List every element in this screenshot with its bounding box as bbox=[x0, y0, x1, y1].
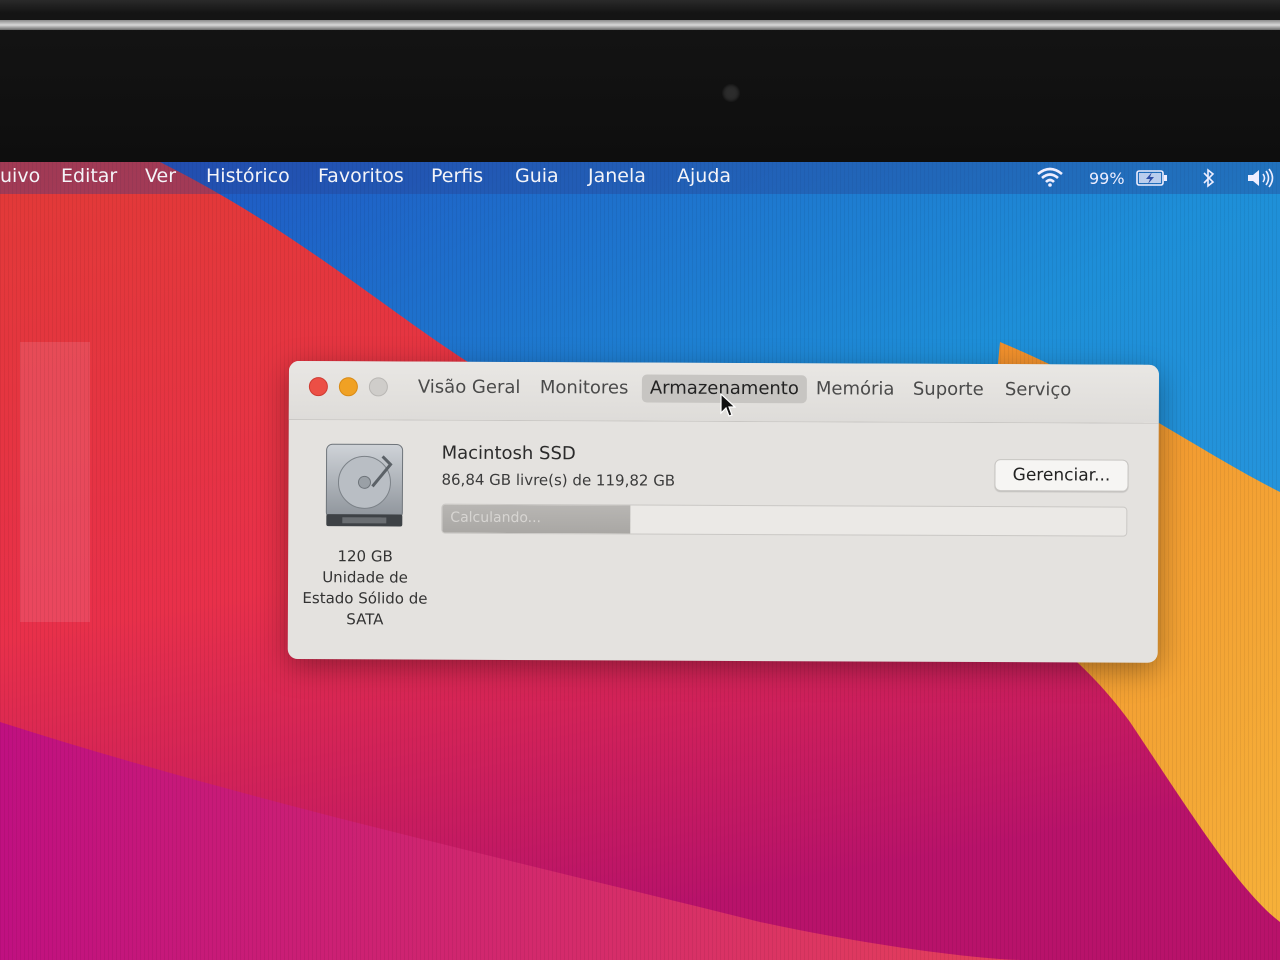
disk-type-line-2: Estado Sólido de bbox=[302, 589, 428, 608]
mouse-pointer-icon bbox=[720, 392, 737, 419]
disk-description: 120 GB Unidade de Estado Sólido de SATA bbox=[294, 546, 436, 631]
volume-name: Macintosh SSD bbox=[441, 442, 576, 465]
battery-percent: 99% bbox=[1089, 169, 1125, 188]
menu-edit[interactable]: Editar bbox=[61, 165, 117, 187]
tab-service[interactable]: Serviço bbox=[997, 376, 1080, 404]
tab-support[interactable]: Suporte bbox=[905, 376, 992, 404]
monitor-bezel bbox=[0, 0, 1280, 162]
tab-displays[interactable]: Monitores bbox=[532, 374, 637, 402]
photo-of-screen: uivo Editar Ver Histórico Favoritos Perf… bbox=[0, 0, 1280, 960]
menu-tab[interactable]: Guia bbox=[515, 165, 559, 187]
menu-file[interactable]: uivo bbox=[0, 165, 40, 187]
battery-charging-icon[interactable] bbox=[1136, 169, 1168, 192]
menu-bar: uivo Editar Ver Histórico Favoritos Perf… bbox=[0, 162, 1280, 194]
disk-type-line-3: SATA bbox=[346, 610, 384, 629]
volume-free-space: 86,84 GB livre(s) de 119,82 GB bbox=[441, 470, 676, 490]
manage-button[interactable]: Gerenciar... bbox=[994, 459, 1129, 492]
zoom-button[interactable] bbox=[368, 377, 388, 397]
wifi-icon[interactable] bbox=[1036, 166, 1064, 193]
camera-icon bbox=[722, 84, 740, 102]
storage-calculating-label: Calculando... bbox=[450, 509, 542, 527]
disk-capacity: 120 GB bbox=[337, 547, 393, 566]
volume-icon[interactable] bbox=[1246, 168, 1276, 193]
hard-drive-icon bbox=[322, 442, 408, 532]
bluetooth-icon[interactable] bbox=[1201, 167, 1217, 194]
menu-view[interactable]: Ver bbox=[145, 165, 176, 187]
menu-profiles[interactable]: Perfis bbox=[431, 165, 483, 187]
tab-memory[interactable]: Memória bbox=[808, 375, 903, 403]
storage-usage-bar: Calculando... bbox=[441, 503, 1128, 537]
storage-panel: 120 GB Unidade de Estado Sólido de SATA … bbox=[288, 420, 1159, 663]
bezel-edge bbox=[0, 20, 1280, 30]
disk-type-line-1: Unidade de bbox=[322, 568, 408, 587]
menu-history[interactable]: Histórico bbox=[206, 165, 290, 187]
minimize-button[interactable] bbox=[338, 377, 358, 397]
close-button[interactable] bbox=[308, 377, 328, 397]
menu-favorites[interactable]: Favoritos bbox=[318, 165, 404, 187]
tab-overview[interactable]: Visão Geral bbox=[410, 374, 529, 403]
menu-window[interactable]: Janela bbox=[588, 165, 646, 187]
menu-help[interactable]: Ajuda bbox=[677, 165, 731, 187]
